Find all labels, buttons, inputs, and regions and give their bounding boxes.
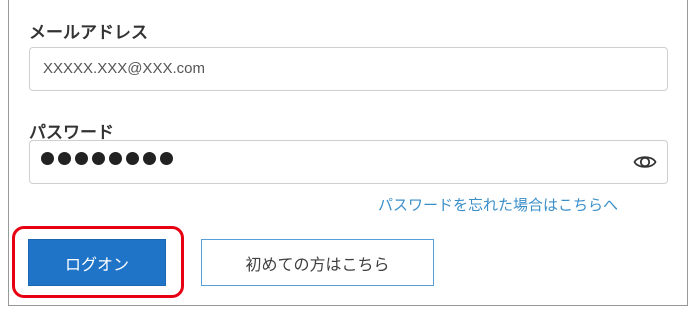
email-value: XXXXX.XXX@XXX.com [43, 60, 205, 77]
password-dot [58, 152, 71, 165]
password-dot [143, 152, 156, 165]
password-dot [92, 152, 105, 165]
password-dot [109, 152, 122, 165]
password-field[interactable] [29, 140, 668, 184]
password-dot [160, 152, 173, 165]
password-dot [126, 152, 139, 165]
password-dot [75, 152, 88, 165]
email-field[interactable]: XXXXX.XXX@XXX.com [29, 47, 668, 91]
password-mask [41, 152, 173, 165]
first-time-button[interactable]: 初めての方はこちら [201, 239, 434, 286]
email-label: メールアドレス [29, 23, 148, 43]
password-dot [41, 152, 54, 165]
eye-icon[interactable] [633, 151, 657, 173]
forgot-password-link[interactable]: パスワードを忘れた場合はこちらへ [378, 194, 618, 215]
logon-button[interactable]: ログオン [28, 239, 166, 286]
